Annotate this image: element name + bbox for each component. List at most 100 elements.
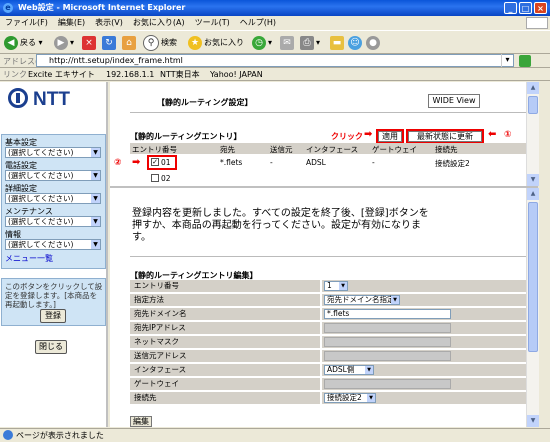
status-bar: ページが表示されました [0,428,550,442]
menu-help[interactable]: ヘルプ(H) [235,16,281,30]
check-icon: ✓ [152,158,158,166]
field-label: インタフェース [130,364,320,376]
minimize-button[interactable]: _ [504,2,517,14]
col-gateway: ゲートウェイ [372,145,417,154]
ntt-logo-icon [8,88,28,108]
scroll-down-icon[interactable]: ▼ [527,174,539,186]
field-label: ネットマスク [130,336,320,348]
chevron-down-icon: ▼ [91,171,100,180]
refresh-status-button[interactable]: 最新状態に更新 [408,131,482,142]
marker-one: ① [504,130,512,140]
address-input[interactable]: http://ntt.setup/index_frame.html ▾ [36,54,514,67]
bottom-frame: 登録内容を更新しました。すべての設定を終了後、[登録]ボタンを押すか、本商品の再… [110,186,539,427]
dest-domain-input[interactable]: *.flets [324,309,451,319]
connection-select[interactable]: 接続設定2 ▼ [324,393,376,403]
entries-table-header: エントリ番号 宛先 送信元 インタフェース ゲートウェイ 接続先 [130,143,533,154]
top-frame-scrollbar[interactable]: ▲ ▼ [526,82,539,186]
print-button[interactable]: ⎙ ▾ [300,34,320,52]
link-192[interactable]: 192.168.1.1 [106,68,154,81]
apply-button[interactable]: 適用 [378,131,402,142]
menu-favorites[interactable]: お気に入り(A) [128,16,190,30]
field-value-cell: 接続設定2 ▼ [322,392,533,404]
info-text: このボタンをクリックして設定を登録します。[本商品を再起動します。] [5,282,103,309]
nav-select-phone[interactable]: (選択してください) ▼ [5,170,101,181]
field-label: 指定方法 [130,294,320,306]
refresh-icon: ↻ [102,35,116,50]
entry-id: 02 [161,174,171,183]
close-button[interactable]: 閉じる [35,340,67,354]
menu-tools[interactable]: ツール(T) [190,16,235,30]
entry-number-select[interactable]: 1 ▼ [324,281,348,291]
mail-button[interactable]: ✉ [280,34,296,52]
stop-button[interactable]: × [82,34,98,52]
col-interface: インタフェース [306,145,359,154]
menu-view[interactable]: 表示(V) [90,16,128,30]
chevron-down-icon: ▼ [91,240,100,249]
messenger-button[interactable]: ☺ [348,34,364,52]
menu-edit[interactable]: 編集(E) [53,16,90,30]
click-annotation: クリック [331,132,363,141]
field-label: 接続先 [130,392,320,404]
entry-checkbox-01[interactable]: ✓ [151,158,159,166]
back-button[interactable]: ◀ 戻る ▾ [4,34,43,52]
page-icon [3,430,13,440]
menu-bar: ファイル(F) 編集(E) 表示(V) お気に入り(A) ツール(T) ヘルプ(H) [0,16,550,30]
go-arrow-icon[interactable] [519,55,531,67]
entry-checkbox-02[interactable] [151,174,159,182]
nav-select-maintenance[interactable]: (選択してください) ▼ [5,216,101,227]
folder-button[interactable]: ▬ [330,34,346,52]
forward-arrow-icon: ▶ [54,35,68,50]
nav-select-detail[interactable]: (選択してください) ▼ [5,193,101,204]
scroll-thumb[interactable] [528,96,538,114]
field-label: 送信元アドレス [130,350,320,362]
field-value-cell: 1 ▼ [322,280,533,292]
wide-view-button[interactable]: WIDE View [428,94,480,108]
mail-icon: ✉ [280,35,294,50]
scroll-down-icon[interactable]: ▼ [527,415,539,427]
history-icon: ◷ [252,35,266,50]
window-titlebar: e Web設定 - Microsoft Internet Explorer _ … [0,0,550,16]
nav-select-basic[interactable]: (選択してください) ▼ [5,147,101,158]
search-button[interactable]: ⚲ 検索 [143,34,177,52]
favorites-button[interactable]: ★ お気に入り [188,34,244,52]
chevron-down-icon: ▼ [365,366,373,374]
register-button[interactable]: 登録 [40,309,66,323]
scroll-up-icon[interactable]: ▲ [527,82,539,94]
ie-icon: e [3,3,13,13]
left-frame: NTT 基本設定 (選択してください) ▼ 電話設定 (選択してください) ▼ 詳細… [0,82,108,427]
src-addr-input [324,351,451,361]
menu-file[interactable]: ファイル(F) [0,16,53,30]
media-button[interactable]: ◷ ▾ [252,34,272,52]
discuss-icon: ● [366,35,380,50]
discuss-button[interactable]: ● [366,34,382,52]
link-excite[interactable]: Excite エキサイト [28,68,95,81]
scroll-up-icon[interactable]: ▲ [527,188,539,200]
field-label: 宛先IPアドレス [130,322,320,334]
maximize-button[interactable]: □ [519,2,532,14]
method-select[interactable]: 宛先ドメイン名指定 ▼ [324,295,400,305]
edit-button[interactable]: 編集 [130,416,152,427]
home-button[interactable]: ⌂ [122,34,138,52]
forward-button[interactable]: ▶ ▾ [54,34,74,52]
col-source: 送信元 [270,145,293,154]
interface-select[interactable]: ADSL側 ▼ [324,365,374,375]
home-icon: ⌂ [122,35,136,50]
bottom-frame-scrollbar[interactable]: ▲ ▼ [526,188,539,427]
print-icon: ⎙ [300,35,314,50]
back-arrow-icon: ◀ [4,35,18,50]
field-value-cell [322,350,533,362]
nav-select-info[interactable]: (選択してください) ▼ [5,239,101,250]
link-ntt-east[interactable]: NTT東日本 [160,68,200,81]
chevron-down-icon: ▼ [391,296,399,304]
field-dest-domain: 宛先ドメイン名 *.flets [130,308,533,321]
nav-panel: 基本設定 (選択してください) ▼ 電話設定 (選択してください) ▼ 詳細設定 (… [1,134,106,269]
update-message: 登録内容を更新しました。すべての設定を終了後、[登録]ボタンを押すか、本商品の再… [132,208,429,243]
refresh-button[interactable]: ↻ [102,34,118,52]
close-window-button[interactable]: × [534,2,547,14]
address-dropdown-icon[interactable]: ▾ [501,54,513,67]
link-yahoo[interactable]: Yahoo! JAPAN [210,68,263,81]
field-label: エントリ番号 [130,280,320,292]
scroll-thumb[interactable] [528,202,538,352]
field-method: 指定方法 宛先ドメイン名指定 ▼ [130,294,533,307]
menu-list-link[interactable]: メニュー一覧 [5,253,53,264]
